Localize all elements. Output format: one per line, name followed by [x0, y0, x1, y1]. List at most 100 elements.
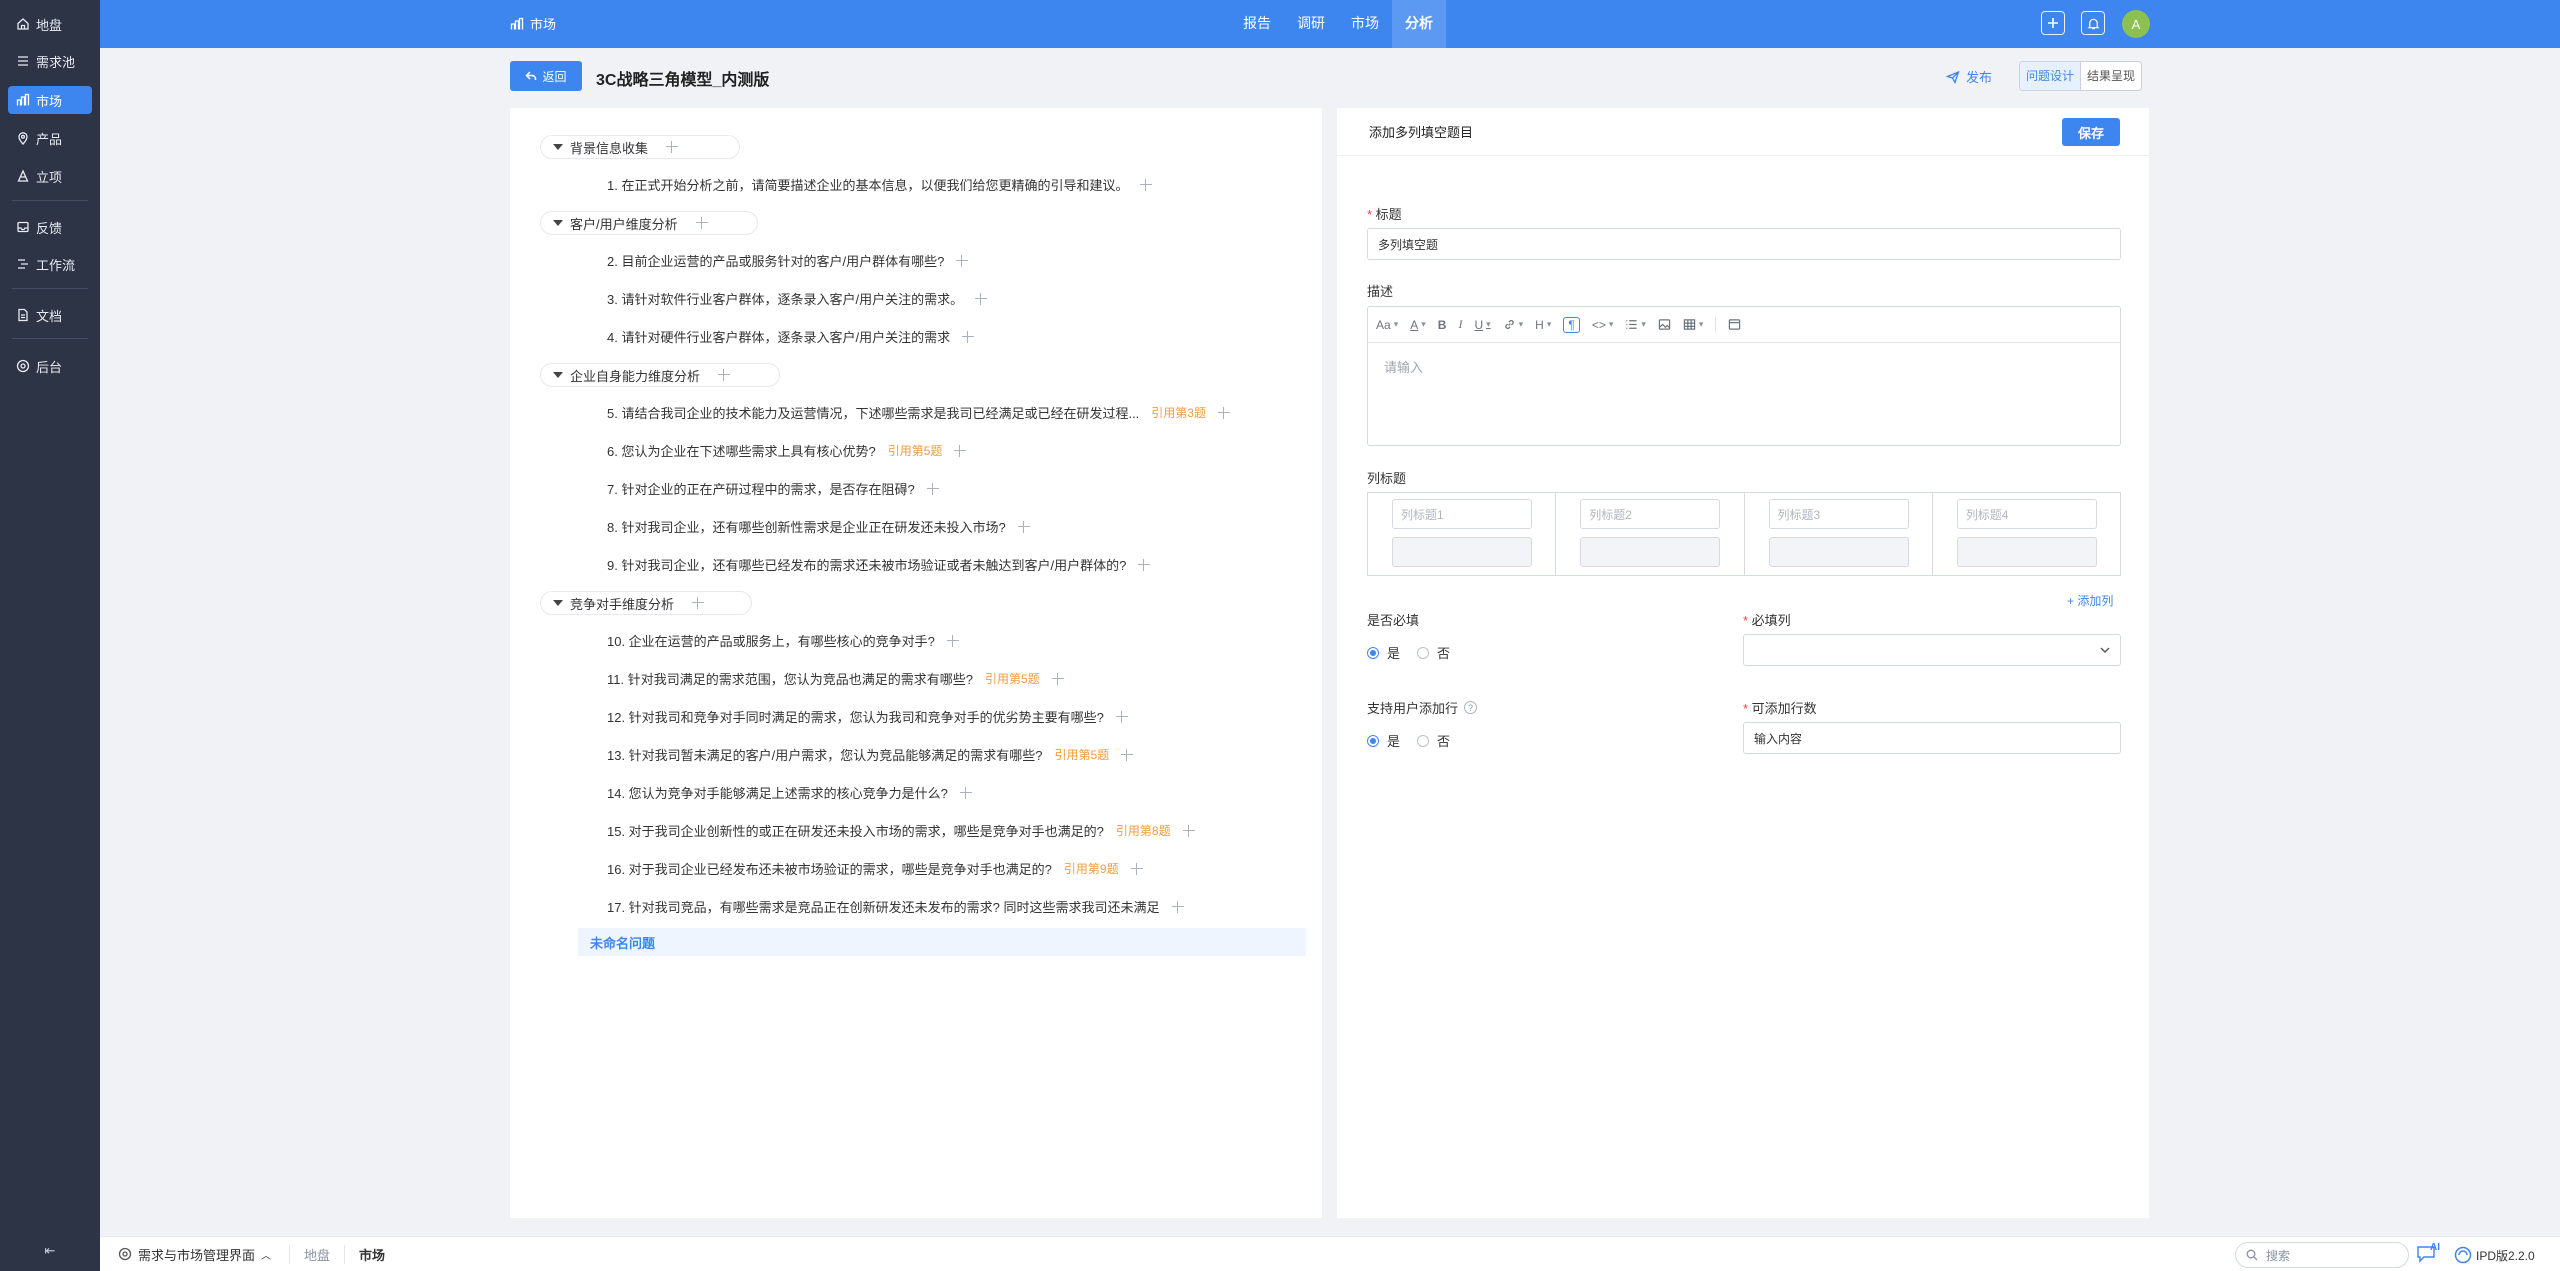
group-competitor-analysis[interactable]: 竞争对手维度分析	[540, 591, 752, 615]
tab-report[interactable]: 报告	[1230, 0, 1284, 48]
tab-market[interactable]: 市场	[1338, 0, 1392, 48]
add-row-yes-radio[interactable]: 是	[1367, 731, 1400, 750]
title-input[interactable]: 多列填空题	[1367, 228, 2121, 260]
save-button[interactable]: 保存	[2062, 118, 2120, 146]
question-item[interactable]: 10. 企业在运营的产品或服务上，有哪些核心的竞争对手?	[607, 631, 959, 650]
add-button[interactable]	[2041, 11, 2065, 35]
question-item[interactable]: 15. 对于我司企业创新性的或正在研发还未投入市场的需求，哪些是竞争对手也满足的…	[607, 821, 1195, 840]
question-item[interactable]: 17. 针对我司竞品，有哪些需求是竞品正在创新研发还未发布的需求? 同时这些需求…	[607, 897, 1184, 916]
drag-handle-icon[interactable]	[1171, 900, 1184, 913]
tab-survey[interactable]: 调研	[1284, 0, 1338, 48]
drag-handle-icon[interactable]	[1115, 710, 1128, 723]
required-yes-radio[interactable]: 是	[1367, 643, 1400, 662]
breadcrumb-dipan[interactable]: 地盘	[289, 1244, 330, 1264]
question-item[interactable]: 14. 您认为竞争对手能够满足上述需求的核心竞争力是什么?	[607, 783, 972, 802]
view-result-display[interactable]: 结果呈现	[2081, 62, 2141, 90]
avatar[interactable]: A	[2122, 10, 2150, 38]
collapse-caret-icon[interactable]	[553, 220, 563, 226]
system-switcher[interactable]: 需求与市场管理界面 ︿	[118, 1245, 271, 1264]
drag-handle-icon[interactable]	[946, 634, 959, 647]
image-button[interactable]	[1658, 318, 1671, 331]
block-button[interactable]	[1728, 318, 1741, 331]
sidebar-item-admin[interactable]: 后台	[8, 352, 92, 380]
drag-handle-icon[interactable]	[692, 597, 705, 609]
description-placeholder[interactable]: 请输入	[1368, 343, 2120, 390]
drag-handle-icon[interactable]	[666, 141, 679, 153]
sidebar-item-demand-pool[interactable]: 需求池	[8, 47, 92, 75]
question-item[interactable]: 6. 您认为企业在下述哪些需求上具有核心优势? 引用第5题	[607, 441, 967, 460]
column-title-input[interactable]: 列标题3	[1768, 499, 1909, 529]
drag-handle-icon[interactable]	[718, 369, 731, 381]
drag-handle-icon[interactable]	[926, 482, 939, 495]
drag-handle-icon[interactable]	[695, 217, 708, 229]
back-button[interactable]: 返回	[510, 61, 582, 91]
drag-handle-icon[interactable]	[1017, 520, 1030, 533]
group-background-info[interactable]: 背景信息收集	[540, 135, 740, 159]
view-question-design[interactable]: 问题设计	[2020, 62, 2082, 90]
underline-button[interactable]: U ▾	[1474, 318, 1490, 332]
drag-handle-icon[interactable]	[1217, 406, 1230, 419]
column-title-input[interactable]: 列标题4	[1956, 499, 2097, 529]
font-color-button[interactable]: A ▾	[1410, 318, 1426, 332]
sidebar-item-project[interactable]: 立项	[8, 162, 92, 190]
group-customer-analysis[interactable]: 客户/用户维度分析	[540, 211, 758, 235]
sidebar-item-product[interactable]: 产品	[8, 124, 92, 152]
drag-handle-icon[interactable]	[1121, 748, 1134, 761]
collapse-caret-icon[interactable]	[553, 144, 563, 150]
code-button[interactable]: <> ▾	[1592, 318, 1614, 332]
tab-analysis[interactable]: 分析	[1392, 0, 1446, 48]
italic-button[interactable]: I	[1458, 317, 1462, 332]
sidebar-item-feedback[interactable]: 反馈	[8, 213, 92, 241]
drag-handle-icon[interactable]	[1130, 862, 1143, 875]
font-size-button[interactable]: Aa ▾	[1376, 318, 1398, 332]
question-item[interactable]: 13. 针对我司暂未满足的客户/用户需求，您认为竞品能够满足的需求有哪些? 引用…	[607, 745, 1134, 764]
bold-button[interactable]: B	[1438, 318, 1447, 332]
notification-button[interactable]	[2081, 11, 2105, 35]
question-item[interactable]: 7. 针对企业的正在产研过程中的需求，是否存在阻碍?	[607, 479, 939, 498]
collapse-sidebar-icon[interactable]: ⇤	[40, 1243, 60, 1259]
add-column-button[interactable]: + 添加列	[2067, 592, 2113, 609]
required-no-radio[interactable]: 否	[1417, 643, 1450, 662]
table-button[interactable]: ▾	[1683, 318, 1703, 331]
breadcrumb-market[interactable]: 市场	[344, 1244, 385, 1264]
question-item[interactable]: 5. 请结合我司企业的技术能力及运营情况，下述哪些需求是我司已经满足或已经在研发…	[607, 403, 1230, 422]
drag-handle-icon[interactable]	[1140, 178, 1153, 191]
question-item[interactable]: 11. 针对我司满足的需求范围，您认为竞品也满足的需求有哪些? 引用第5题	[607, 669, 1064, 688]
drag-handle-icon[interactable]	[954, 444, 967, 457]
heading-button[interactable]: H ▾	[1535, 318, 1551, 332]
question-item[interactable]: 4. 请针对硬件行业客户群体，逐条录入客户/用户关注的需求	[607, 327, 975, 346]
add-row-no-radio[interactable]: 否	[1417, 731, 1450, 750]
question-item[interactable]: 12. 针对我司和竞争对手同时满足的需求，您认为我司和竞争对手的优劣势主要有哪些…	[607, 707, 1128, 726]
question-item[interactable]: 9. 针对我司企业，还有哪些已经发布的需求还未被市场验证或者未触达到客户/用户群…	[607, 555, 1151, 574]
drag-handle-icon[interactable]	[1051, 672, 1064, 685]
collapse-caret-icon[interactable]	[553, 600, 563, 606]
ai-assistant-icon[interactable]: AI	[2416, 1242, 2442, 1264]
row-count-input[interactable]: 输入内容	[1743, 722, 2121, 754]
required-column-select[interactable]	[1743, 634, 2121, 666]
question-item[interactable]: 8. 针对我司企业，还有哪些创新性需求是企业正在研发还未投入市场?	[607, 517, 1030, 536]
publish-button[interactable]: 发布	[1946, 67, 1992, 86]
sidebar-item-docs[interactable]: 文档	[8, 301, 92, 329]
list-button[interactable]: ▾	[1625, 318, 1646, 331]
column-title-input[interactable]: 列标题1	[1392, 499, 1532, 529]
sidebar-item-dipan[interactable]: 地盘	[8, 10, 92, 38]
drag-handle-icon[interactable]	[1138, 558, 1151, 571]
column-title-input[interactable]: 列标题2	[1580, 499, 1721, 529]
paragraph-button[interactable]: ¶	[1563, 316, 1580, 333]
drag-handle-icon[interactable]	[1182, 824, 1195, 837]
search-input[interactable]: 搜索	[2235, 1242, 2409, 1268]
sidebar-item-market[interactable]: 市场	[8, 86, 92, 114]
question-item[interactable]: 2. 目前企业运营的产品或服务针对的客户/用户群体有哪些?	[607, 251, 969, 270]
drag-handle-icon[interactable]	[975, 292, 988, 305]
help-icon[interactable]: ?	[1464, 701, 1478, 714]
question-item[interactable]: 16. 对于我司企业已经发布还未被市场验证的需求，哪些是竞争对手也满足的? 引用…	[607, 859, 1143, 878]
drag-handle-icon[interactable]	[956, 254, 969, 267]
sidebar-item-workflow[interactable]: 工作流	[8, 250, 92, 278]
collapse-caret-icon[interactable]	[553, 372, 563, 378]
unnamed-question-item[interactable]: 未命名问题	[578, 928, 1306, 956]
question-item[interactable]: 1. 在正式开始分析之前，请简要描述企业的基本信息，以便我们给您更精确的引导和建…	[607, 175, 1153, 194]
group-self-capability[interactable]: 企业自身能力维度分析	[540, 363, 780, 387]
drag-handle-icon[interactable]	[962, 330, 975, 343]
question-item[interactable]: 3. 请针对软件行业客户群体，逐条录入客户/用户关注的需求。	[607, 289, 988, 308]
link-button[interactable]: ▾	[1503, 318, 1523, 331]
